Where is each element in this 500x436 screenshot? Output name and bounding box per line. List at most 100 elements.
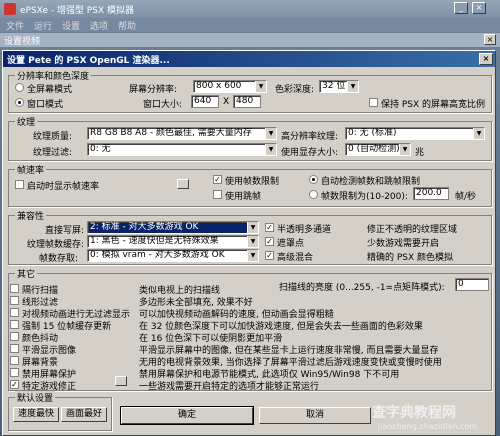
hires-texture-value: 0: 无 (标准) (348, 128, 397, 138)
watermark-site: 查字典教程网 (372, 405, 456, 421)
menu-config[interactable]: 设置 (62, 19, 80, 32)
direct-write-label: 直接写屏: (45, 226, 85, 236)
direct-write-value: 2: 标准 - 对大多数游戏 OK (90, 222, 199, 232)
texture-filter-chevron-down-icon: ▼ (265, 144, 276, 155)
resolution-chevron-down-icon: ▼ (255, 81, 266, 92)
texture-group-label: 纹理 (15, 115, 38, 128)
special-fix-settings-button[interactable] (115, 376, 127, 386)
window-height-input[interactable]: 480 (233, 95, 261, 108)
vram-size-select[interactable]: 0 (自动检测) ▼ (345, 143, 411, 156)
texture-quality-label: 纹理质量: (33, 132, 73, 142)
misc-checkbox-2[interactable] (10, 308, 19, 317)
fb-access-value: 0: 模拟 vram - 对大多数游戏 OK (90, 250, 225, 260)
color-depth-label: 色彩深度: (275, 85, 315, 95)
resolution-select[interactable]: 800 x 600 ▼ (193, 80, 267, 93)
menu-options[interactable]: 选项 (90, 19, 108, 32)
auto-limit-radio[interactable] (309, 175, 318, 184)
use-limit-checkbox[interactable]: ✓ (213, 175, 222, 184)
mask-checkbox[interactable]: ✓ (265, 237, 274, 246)
dialog-close-icon[interactable]: × (479, 53, 493, 65)
menu-run[interactable]: 运行 (34, 19, 52, 32)
mask-label: 遮罩点 (277, 239, 305, 249)
config-dialog: 设置 Pete 的 PSX OpenGL 渲染器... × 分辨率和颜色深度 全… (2, 50, 496, 436)
fullscreen-label: 全屏幕模式 (27, 85, 73, 95)
hires-texture-label: 高分辨率纹理: (281, 132, 339, 142)
keep-ratio-checkbox[interactable] (369, 98, 378, 107)
main-minimize-icon[interactable]: _ (454, 2, 468, 14)
hires-texture-chevron-down-icon: ▼ (473, 128, 484, 139)
hires-texture-select[interactable]: 0: 无 (标准) ▼ (345, 127, 485, 140)
main-title-bar: ePSXe - 增强型 PSX 模拟器 _ × (0, 0, 500, 18)
blend-checkbox[interactable]: ✓ (265, 251, 274, 260)
color-depth-chevron-down-icon: ▼ (347, 81, 358, 92)
resolution-group-label: 分辨率和颜色深度 (15, 69, 92, 82)
texture-quality-select[interactable]: R8 G8 B8 A8 - 颜色最佳, 需要大量内存 ▼ (87, 127, 277, 140)
menu-file[interactable]: 文件 (6, 19, 24, 32)
window-width-input[interactable]: 640 (191, 95, 219, 108)
fb-texture-value: 1: 黑色 - 速度快但是无特殊效果 (90, 236, 219, 246)
direct-write-chevron-down-icon: ▼ (247, 222, 258, 233)
fb-access-chevron-down-icon: ▼ (247, 250, 258, 261)
texture-quality-chevron-down-icon: ▼ (265, 128, 276, 139)
main-close-icon[interactable]: × (472, 2, 486, 14)
texture-quality-value: R8 G8 B8 A8 - 颜色最佳, 需要大量内存 (90, 128, 252, 138)
show-fps-settings-button[interactable] (177, 179, 189, 189)
window-width-value: 640 (194, 96, 212, 106)
video-window-title: 设置视频 (4, 37, 41, 47)
scanline-brightness-value: 0 (458, 279, 464, 289)
best-quality-preset-button[interactable]: 画面最好 (61, 407, 107, 422)
manual-limit-radio[interactable] (309, 190, 318, 199)
compat-group-label: 兼容性 (15, 209, 47, 222)
color-depth-select[interactable]: 32 位 ▼ (319, 80, 359, 93)
windowed-radio[interactable] (15, 98, 24, 107)
fb-access-label: 帧数存取: (39, 254, 79, 264)
cancel-button[interactable]: 取消 (259, 407, 371, 424)
misc-checkbox-4[interactable] (10, 332, 19, 341)
resolution-label: 屏幕分辨率: (129, 85, 178, 95)
framerate-group-label: 帧速率 (15, 163, 47, 176)
vram-size-label: 使用显存大小: (281, 148, 339, 158)
manual-limit-label: 帧数限制为(10-200): (321, 192, 408, 202)
show-fps-checkbox[interactable] (15, 180, 24, 189)
misc-checkbox-6[interactable] (10, 356, 19, 365)
watermark-url: jiaocheng.chazidian.com (378, 422, 478, 431)
video-window-title-bar: 设置视频 × (0, 33, 500, 47)
color-depth-value: 32 位 (322, 81, 346, 91)
use-skip-checkbox[interactable] (213, 190, 222, 199)
semi-trans-checkbox[interactable]: ✓ (265, 223, 274, 232)
semi-trans-label: 半透明多通道 (277, 225, 332, 235)
scanline-brightness-input[interactable]: 0 (455, 278, 489, 291)
misc-checkbox-3[interactable] (10, 320, 19, 329)
texture-filter-value: 0: 无 (90, 144, 111, 154)
direct-write-select[interactable]: 2: 标准 - 对大多数游戏 OK ▼ (87, 221, 259, 234)
misc-checkbox-0[interactable] (10, 284, 19, 293)
misc-checkbox-1[interactable] (10, 296, 19, 305)
blend-desc: 精确的 PSX 颜色模拟 (367, 253, 454, 263)
blend-label: 高级混合 (277, 253, 314, 263)
window-size-label: 窗口大小: (143, 100, 183, 110)
dialog-title-bar: 设置 Pete 的 PSX OpenGL 渲染器... × (3, 51, 495, 67)
menu-help[interactable]: 帮助 (118, 19, 136, 32)
vram-unit: 兆 (415, 148, 425, 158)
fastest-preset-button[interactable]: 速度最快 (13, 407, 59, 422)
fb-access-select[interactable]: 0: 模拟 vram - 对大多数游戏 OK ▼ (87, 249, 259, 262)
auto-limit-label: 自动检测帧数和跳帧限制 (321, 177, 421, 187)
use-skip-label: 使用跳帧 (225, 192, 262, 202)
fb-texture-label: 纹理帧数缓存: (27, 240, 85, 250)
mask-desc: 少数游戏需要开启 (367, 239, 440, 249)
texture-filter-select[interactable]: 0: 无 ▼ (87, 143, 277, 156)
fps-limit-input[interactable]: 200.0 (413, 187, 449, 200)
fb-texture-select[interactable]: 1: 黑色 - 速度快但是无特殊效果 ▼ (87, 235, 259, 248)
video-close-icon[interactable]: × (484, 34, 496, 45)
misc-checkbox-8[interactable]: ✓ (10, 380, 19, 389)
semi-trans-desc: 修正不透明的纹理区域 (367, 225, 458, 235)
fullscreen-radio[interactable] (15, 83, 24, 92)
dialog-title: 设置 Pete 的 PSX OpenGL 渲染器... (7, 56, 170, 66)
misc-checkbox-7[interactable] (10, 368, 19, 377)
fps-limit-value: 200.0 (416, 188, 442, 198)
window-size-x: X (223, 97, 230, 107)
use-limit-label: 使用帧数限制 (225, 177, 280, 187)
windowed-label: 窗口模式 (27, 100, 64, 110)
misc-checkbox-5[interactable] (10, 344, 19, 353)
ok-button[interactable]: 确定 (120, 406, 254, 425)
